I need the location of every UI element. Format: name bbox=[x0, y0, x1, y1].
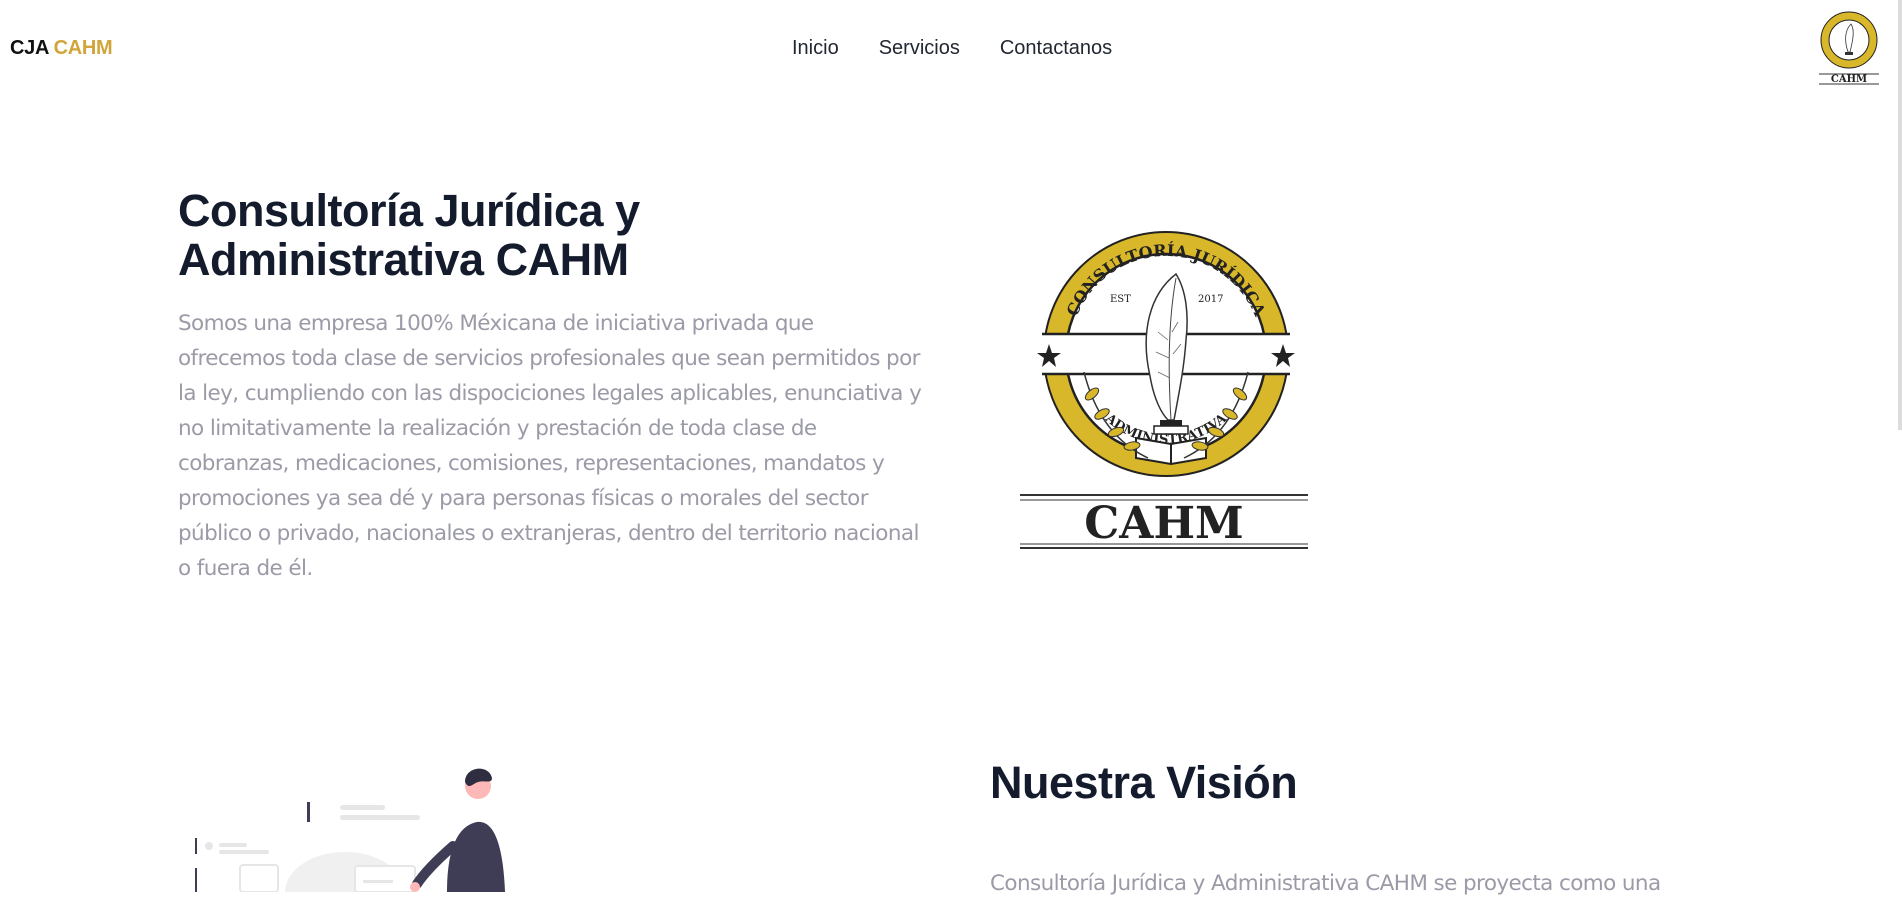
hero-description: Somos una empresa 100% Méxicana de inici… bbox=[178, 311, 922, 581]
page-scrollbar[interactable] bbox=[1898, 0, 1902, 430]
nav-link-servicios[interactable]: Servicios bbox=[879, 37, 960, 60]
hero-title: Consultoría Jurídica y Administrativa CA… bbox=[178, 185, 640, 285]
person-illustration bbox=[195, 768, 505, 892]
seal-wordmark: CAHM bbox=[1084, 498, 1243, 549]
nav-link-inicio[interactable]: Inicio bbox=[792, 37, 839, 60]
seal-year: 2017 bbox=[1198, 294, 1223, 305]
brand-logo-text[interactable]: CJA CAHM bbox=[10, 37, 113, 60]
nav-logo-seal[interactable]: CAHM bbox=[1815, 8, 1883, 86]
top-navbar: CJA CAHM Inicio Servicios Contactanos CA… bbox=[0, 0, 1902, 100]
nav-menu: Inicio Servicios Contactanos bbox=[792, 37, 1112, 60]
brand-main: CJA bbox=[10, 37, 54, 59]
nav-link-contactanos[interactable]: Contactanos bbox=[1000, 37, 1112, 60]
vision-description: Consultoría Jurídica y Administrativa CA… bbox=[990, 871, 1661, 896]
brand-accent: CAHM bbox=[53, 37, 113, 59]
nav-logo-caption: CAHM bbox=[1831, 74, 1867, 85]
vision-title: Nuestra Visión bbox=[990, 757, 1298, 808]
seal-est: EST bbox=[1110, 294, 1131, 305]
company-seal-logo: CONSULTORÍA JURÍDICA ADMINISTRATIVA EST … bbox=[1020, 231, 1308, 549]
